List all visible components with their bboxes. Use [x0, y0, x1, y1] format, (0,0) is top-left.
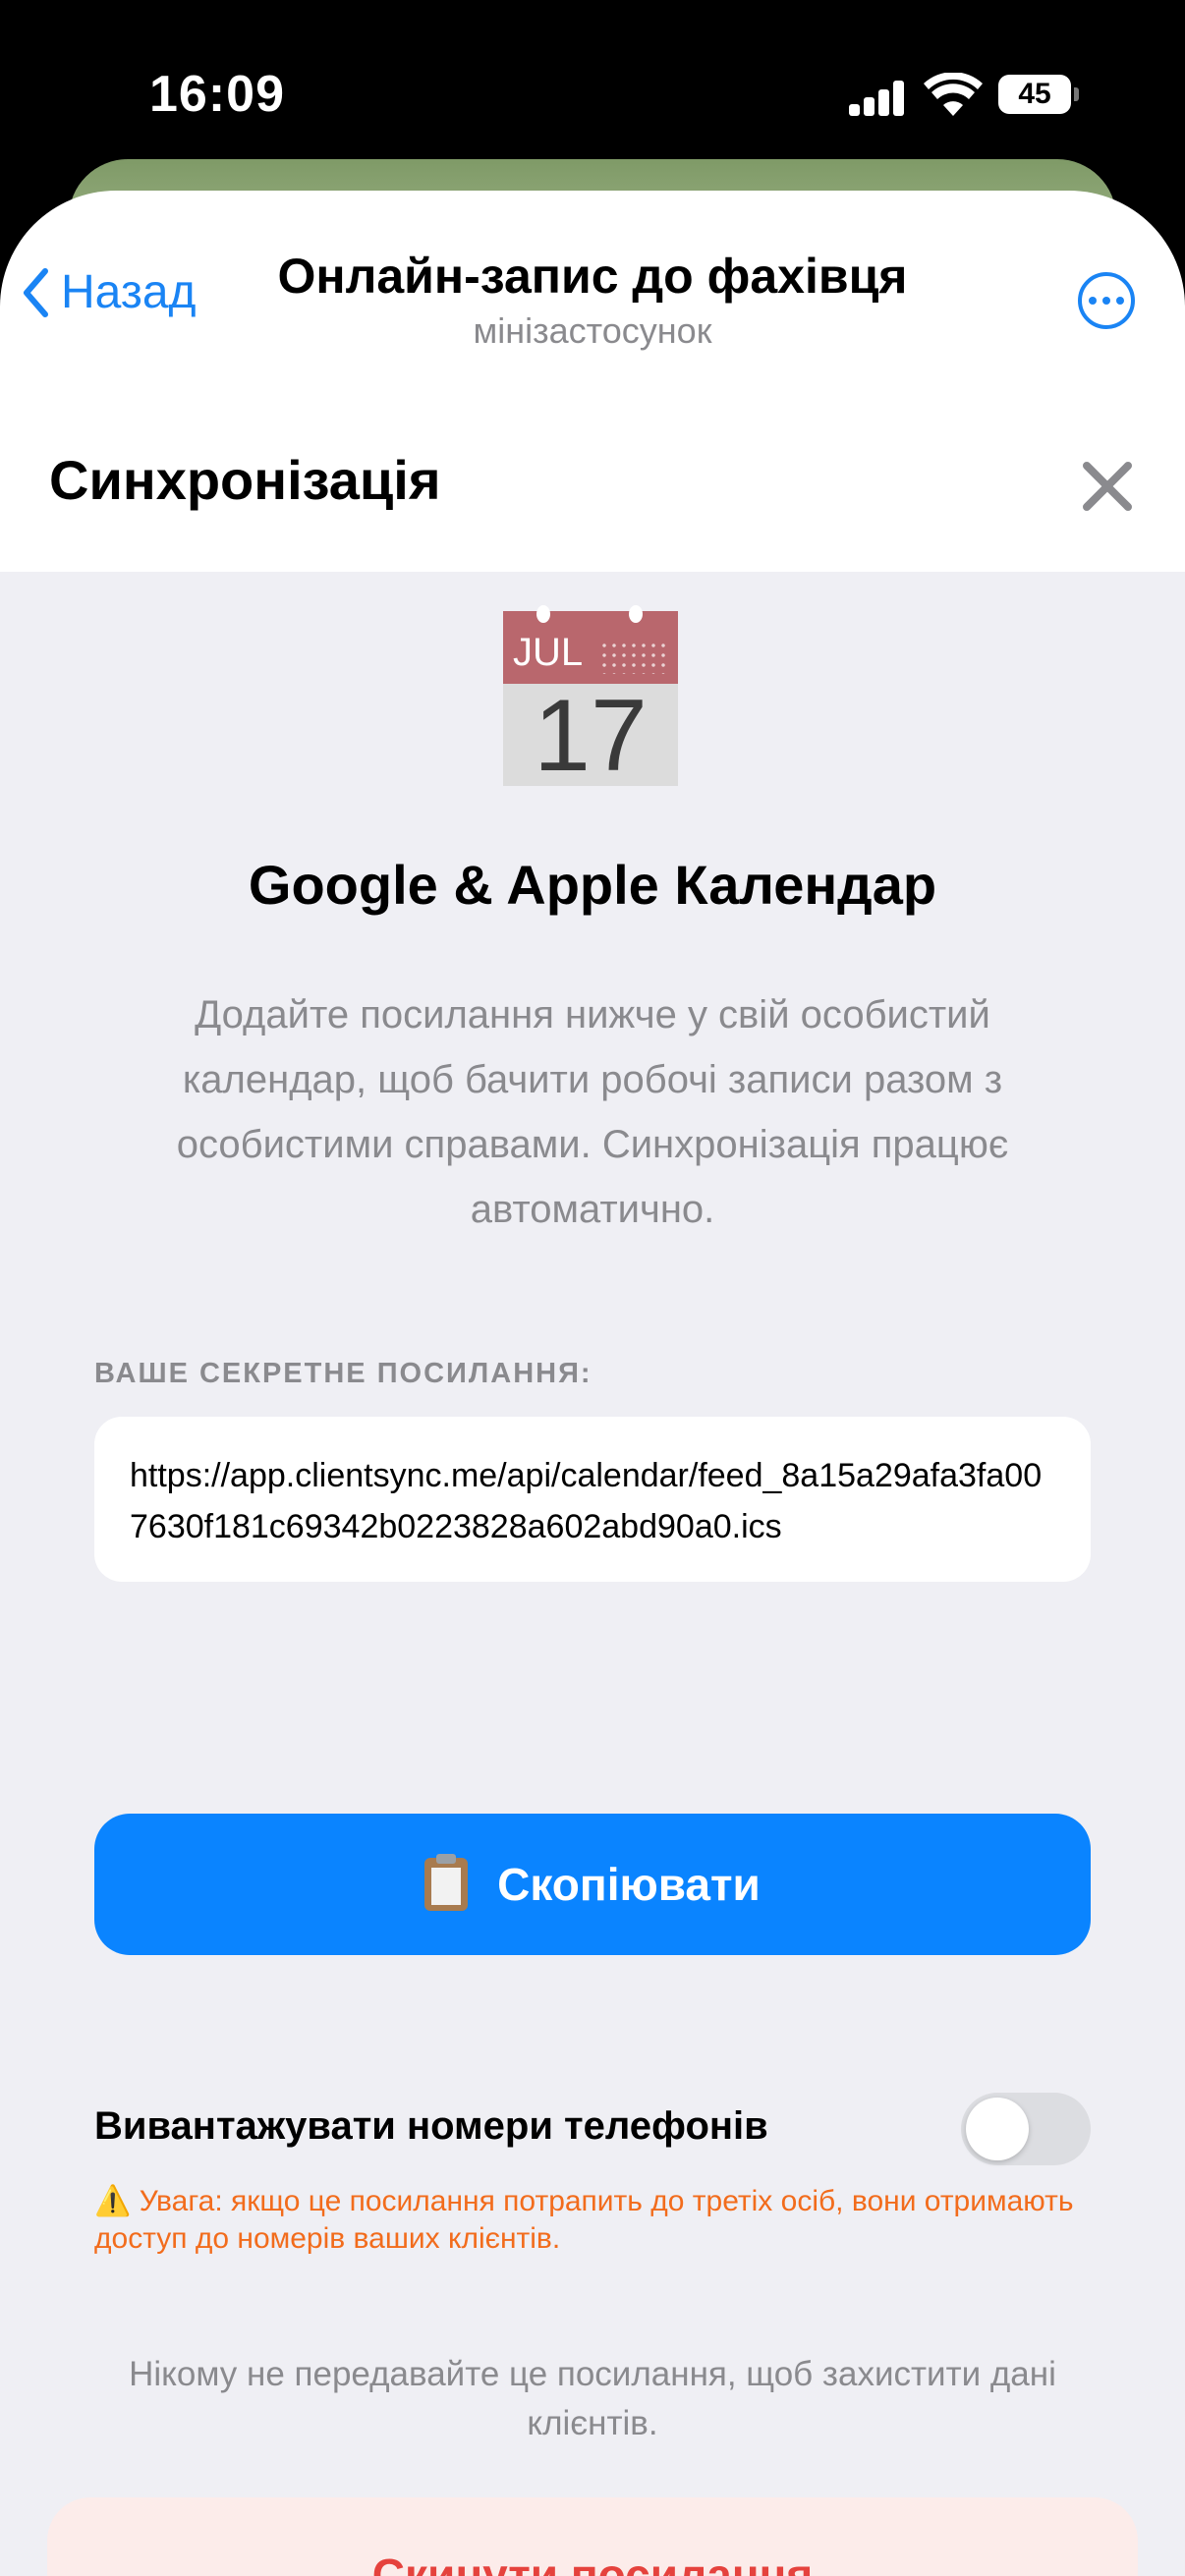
footer-note: Нікому не передавайте це посилання, щоб … — [129, 2355, 1056, 2442]
phones-warning: ⚠️ Увага: якщо це посилання потрапить до… — [94, 2185, 1074, 2255]
reset-link-button[interactable]: Скинути посилання — [47, 2497, 1138, 2576]
nav-subtitle: мінізастосунок — [473, 310, 712, 351]
nav-bar: Назад Онлайн-запис до фахівця мінізастос… — [0, 191, 1185, 367]
wifi-icon — [924, 73, 983, 116]
calendar-month: JUL — [513, 631, 584, 674]
ellipsis-circle-icon[interactable] — [1078, 272, 1135, 329]
mini-app-sheet: Назад Онлайн-запис до фахівця мінізастос… — [0, 191, 1185, 2576]
battery-level: 45 — [998, 75, 1071, 114]
status-bar: 16:09 45 — [0, 0, 1185, 167]
copy-button[interactable]: Скопіювати — [94, 1814, 1091, 1955]
battery-icon: 45 — [998, 75, 1079, 114]
phones-toggle[interactable] — [961, 2093, 1091, 2165]
secret-link-field[interactable]: https://app.clientsync.me/api/calendar/f… — [94, 1417, 1091, 1582]
cellular-signal-icon — [849, 81, 906, 116]
calendar-day: 17 — [534, 679, 648, 793]
toggle-knob — [966, 2098, 1029, 2160]
page-title: Синхронізація — [49, 449, 441, 511]
phones-toggle-label: Вивантажувати номери телефонів — [94, 2104, 768, 2148]
sync-content: JUL 17 Google & Apple Календар Додайте п… — [0, 572, 1185, 2576]
nav-title: Онлайн-запис до фахівця — [277, 249, 908, 304]
description: Додайте посилання нижче у свій особистий… — [176, 993, 1009, 1231]
close-icon[interactable] — [1079, 458, 1136, 515]
calendar-title: Google & Apple Календар — [248, 854, 937, 916]
copy-label: Скопіювати — [497, 1859, 761, 1910]
link-section-label: ВАШЕ СЕКРЕТНЕ ПОСИЛАННЯ: — [94, 1358, 592, 1389]
clipboard-icon — [424, 1854, 469, 1911]
sync-header: Синхронізація — [0, 367, 1185, 572]
status-time: 16:09 — [149, 66, 285, 123]
calendar-icon: JUL 17 — [503, 605, 678, 790]
